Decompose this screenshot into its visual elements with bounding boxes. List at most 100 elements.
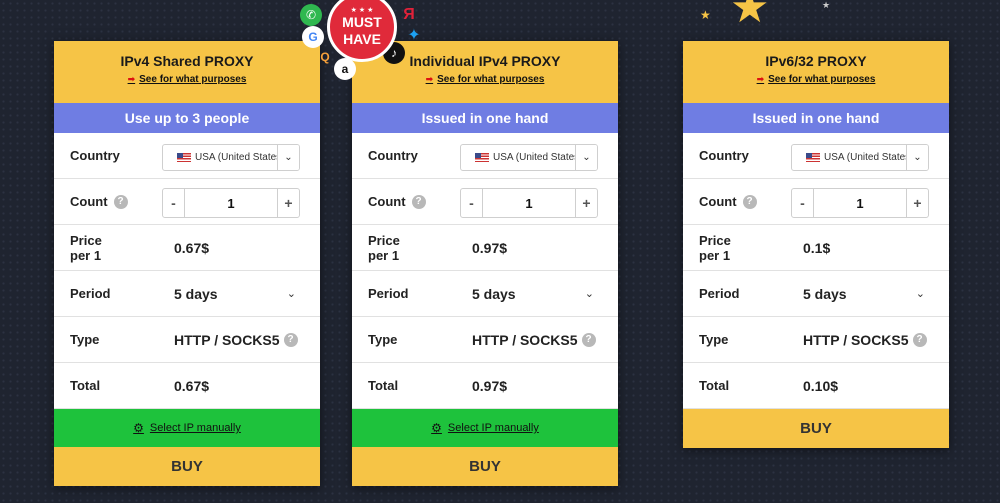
country-label: Country	[699, 148, 791, 163]
buy-button[interactable]: BUY	[352, 447, 618, 486]
type-value: HTTP / SOCKS5 ?	[803, 332, 927, 348]
count-label: Count ?	[699, 194, 791, 209]
price-label-line-2: per 1	[368, 247, 400, 263]
purposes-link[interactable]: ➡ See for what purposes	[54, 74, 320, 85]
chevron-down-icon[interactable]: ⌄	[585, 287, 594, 300]
card-band: Issued in one hand	[352, 103, 618, 133]
help-icon[interactable]: ?	[283, 332, 298, 347]
card-header: IPv6/32 PROXY ➡ See for what purposes	[683, 41, 949, 103]
whatsapp-icon: ✆	[300, 4, 322, 26]
purposes-link-label[interactable]: See for what purposes	[139, 74, 246, 85]
decrement-button[interactable]: -	[163, 189, 185, 217]
us-flag-icon	[475, 153, 489, 162]
help-icon[interactable]: ?	[411, 194, 426, 209]
total-label: Total	[368, 378, 460, 393]
help-icon[interactable]: ?	[742, 194, 757, 209]
type-value: HTTP / SOCKS5 ?	[472, 332, 596, 348]
country-select[interactable]: USA (United States) ⌄	[162, 144, 300, 171]
help-icon[interactable]: ?	[912, 332, 927, 347]
count-row: Count ? - 1 +	[683, 179, 949, 225]
type-value-text: HTTP / SOCKS5	[803, 331, 909, 348]
star-icon: ★	[730, 0, 770, 32]
total-row: Total 0.97$	[352, 363, 618, 409]
price-label-line-1: Price	[368, 232, 400, 248]
yandex-icon: Я	[403, 6, 415, 23]
country-select[interactable]: USA (United States) ⌄	[460, 144, 598, 171]
chevron-down-icon[interactable]: ⌄	[277, 145, 299, 170]
count-row: Count ? - 1 +	[54, 179, 320, 225]
period-select-value[interactable]: 5 days	[472, 286, 516, 302]
period-label: Period	[368, 286, 460, 301]
total-row: Total 0.10$	[683, 363, 949, 409]
country-label-text: Country	[699, 148, 749, 163]
chevron-down-icon[interactable]: ⌄	[575, 145, 597, 170]
period-label: Period	[70, 286, 162, 301]
price-value: 0.97$	[472, 239, 508, 256]
help-icon[interactable]: ?	[113, 194, 128, 209]
count-stepper: - 1 +	[460, 188, 598, 218]
total-label-text: Total	[70, 378, 101, 393]
select-ip-link[interactable]: ⚙ Select IP manually	[54, 409, 320, 447]
purposes-link-label[interactable]: See for what purposes	[437, 74, 544, 85]
chevron-down-icon[interactable]: ⌄	[916, 287, 925, 300]
period-label-text: Period	[368, 286, 409, 301]
purposes-link[interactable]: ➡ See for what purposes	[352, 74, 618, 85]
period-select-value[interactable]: 5 days	[803, 286, 847, 302]
type-label-text: Type	[70, 332, 100, 347]
select-ip-link[interactable]: ⚙ Select IP manually	[352, 409, 618, 447]
count-stepper: - 1 +	[791, 188, 929, 218]
count-input[interactable]: 1	[814, 196, 906, 211]
card-title: IPv6/32 PROXY	[765, 53, 867, 69]
increment-button[interactable]: +	[575, 189, 597, 217]
period-select-value[interactable]: 5 days	[174, 286, 218, 302]
period-row[interactable]: Period 5 days ⌄	[54, 271, 320, 317]
period-label: Period	[699, 286, 791, 301]
total-row: Total 0.67$	[54, 363, 320, 409]
star-icon: ★	[822, 0, 831, 10]
price-row: Price per 1 0.97$	[352, 225, 618, 271]
proxy-card-ipv4-individual: Individual IPv4 PROXY ➡ See for what pur…	[352, 41, 618, 486]
type-value-text: HTTP / SOCKS5	[174, 331, 280, 348]
type-row: Type HTTP / SOCKS5 ?	[352, 317, 618, 363]
count-input[interactable]: 1	[483, 196, 575, 211]
price-row: Price per 1 0.67$	[54, 225, 320, 271]
price-label-line-2: per 1	[70, 247, 102, 263]
purposes-link[interactable]: ➡ See for what purposes	[683, 74, 949, 85]
count-input[interactable]: 1	[185, 196, 277, 211]
buy-button[interactable]: BUY	[54, 447, 320, 486]
google-icon: G	[302, 26, 324, 48]
type-label-text: Type	[699, 332, 729, 347]
us-flag-icon	[806, 153, 820, 162]
count-row: Count ? - 1 +	[352, 179, 618, 225]
purposes-link-label[interactable]: See for what purposes	[768, 74, 875, 85]
help-icon[interactable]: ?	[581, 332, 596, 347]
decrement-button[interactable]: -	[461, 189, 483, 217]
price-label-line-1: Price	[70, 232, 102, 248]
type-row: Type HTTP / SOCKS5 ?	[683, 317, 949, 363]
arrow-right-icon: ➡	[127, 74, 136, 84]
increment-button[interactable]: +	[277, 189, 299, 217]
total-value: 0.10$	[803, 377, 839, 394]
buy-button[interactable]: BUY	[683, 409, 949, 448]
decrement-button[interactable]: -	[792, 189, 814, 217]
chevron-down-icon[interactable]: ⌄	[287, 287, 296, 300]
badge-line-2: HAVE	[343, 31, 381, 47]
proxy-card-ipv6: IPv6/32 PROXY ➡ See for what purposes Is…	[683, 41, 949, 448]
card-title: IPv4 Shared PROXY	[120, 53, 254, 69]
proxy-card-ipv4-shared: IPv4 Shared PROXY ➡ See for what purpose…	[54, 41, 320, 486]
increment-button[interactable]: +	[906, 189, 928, 217]
price-value: 0.1$	[803, 239, 831, 256]
price-label: Price per 1	[368, 233, 460, 263]
select-ip-label[interactable]: Select IP manually	[448, 422, 539, 434]
price-label-line-1: Price	[699, 232, 731, 248]
period-row[interactable]: Period 5 days ⌄	[352, 271, 618, 317]
period-row[interactable]: Period 5 days ⌄	[683, 271, 949, 317]
country-select[interactable]: USA (United States) ⌄	[791, 144, 929, 171]
price-row: Price per 1 0.1$	[683, 225, 949, 271]
type-label-text: Type	[368, 332, 398, 347]
chevron-down-icon[interactable]: ⌄	[906, 145, 928, 170]
country-label-text: Country	[70, 148, 120, 163]
select-ip-label[interactable]: Select IP manually	[150, 422, 241, 434]
price-value: 0.67$	[174, 239, 210, 256]
count-label: Count ?	[368, 194, 460, 209]
